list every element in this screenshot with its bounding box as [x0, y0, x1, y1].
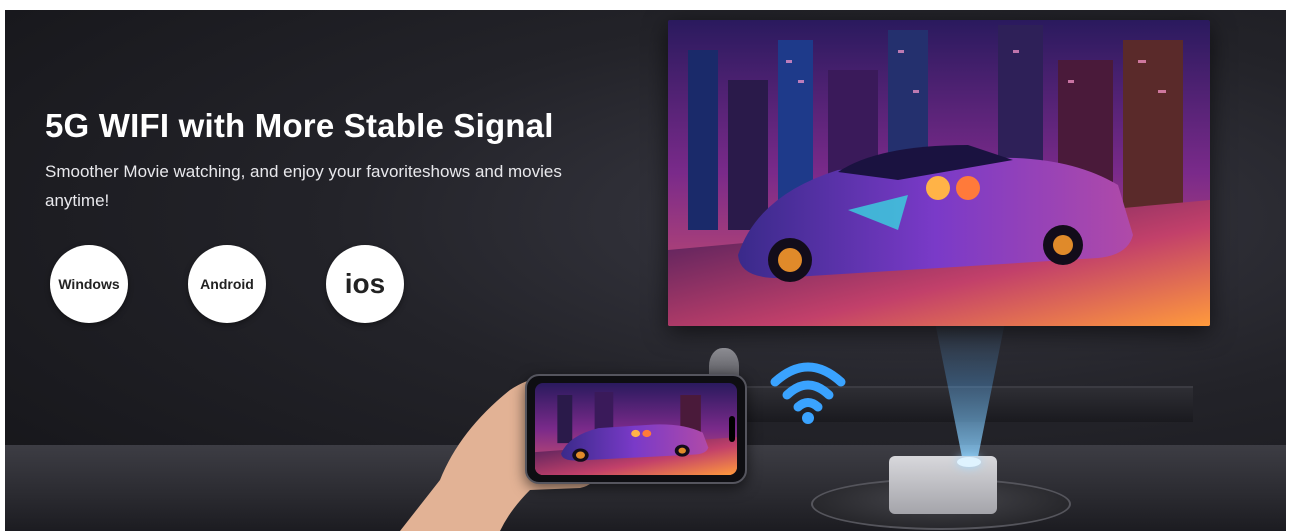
subtitle: Smoother Movie watching, and enjoy your … — [45, 162, 562, 210]
smartphone-icon — [525, 374, 747, 484]
projection-screen-image — [668, 20, 1210, 326]
android-badge: Android — [188, 245, 266, 323]
phone-camera-notch — [729, 416, 735, 442]
headline: 5G WIFI with More Stable Signal — [45, 107, 554, 144]
wifi-icon — [770, 362, 846, 424]
windows-badge: Windows — [50, 245, 128, 323]
ios-badge: ios — [326, 245, 404, 323]
projector-icon — [889, 456, 997, 514]
promo-banner: 5G WIFI with More Stable Signal Smoother… — [5, 10, 1286, 531]
projector-lens — [957, 457, 981, 467]
phone-screen-image — [535, 383, 737, 475]
